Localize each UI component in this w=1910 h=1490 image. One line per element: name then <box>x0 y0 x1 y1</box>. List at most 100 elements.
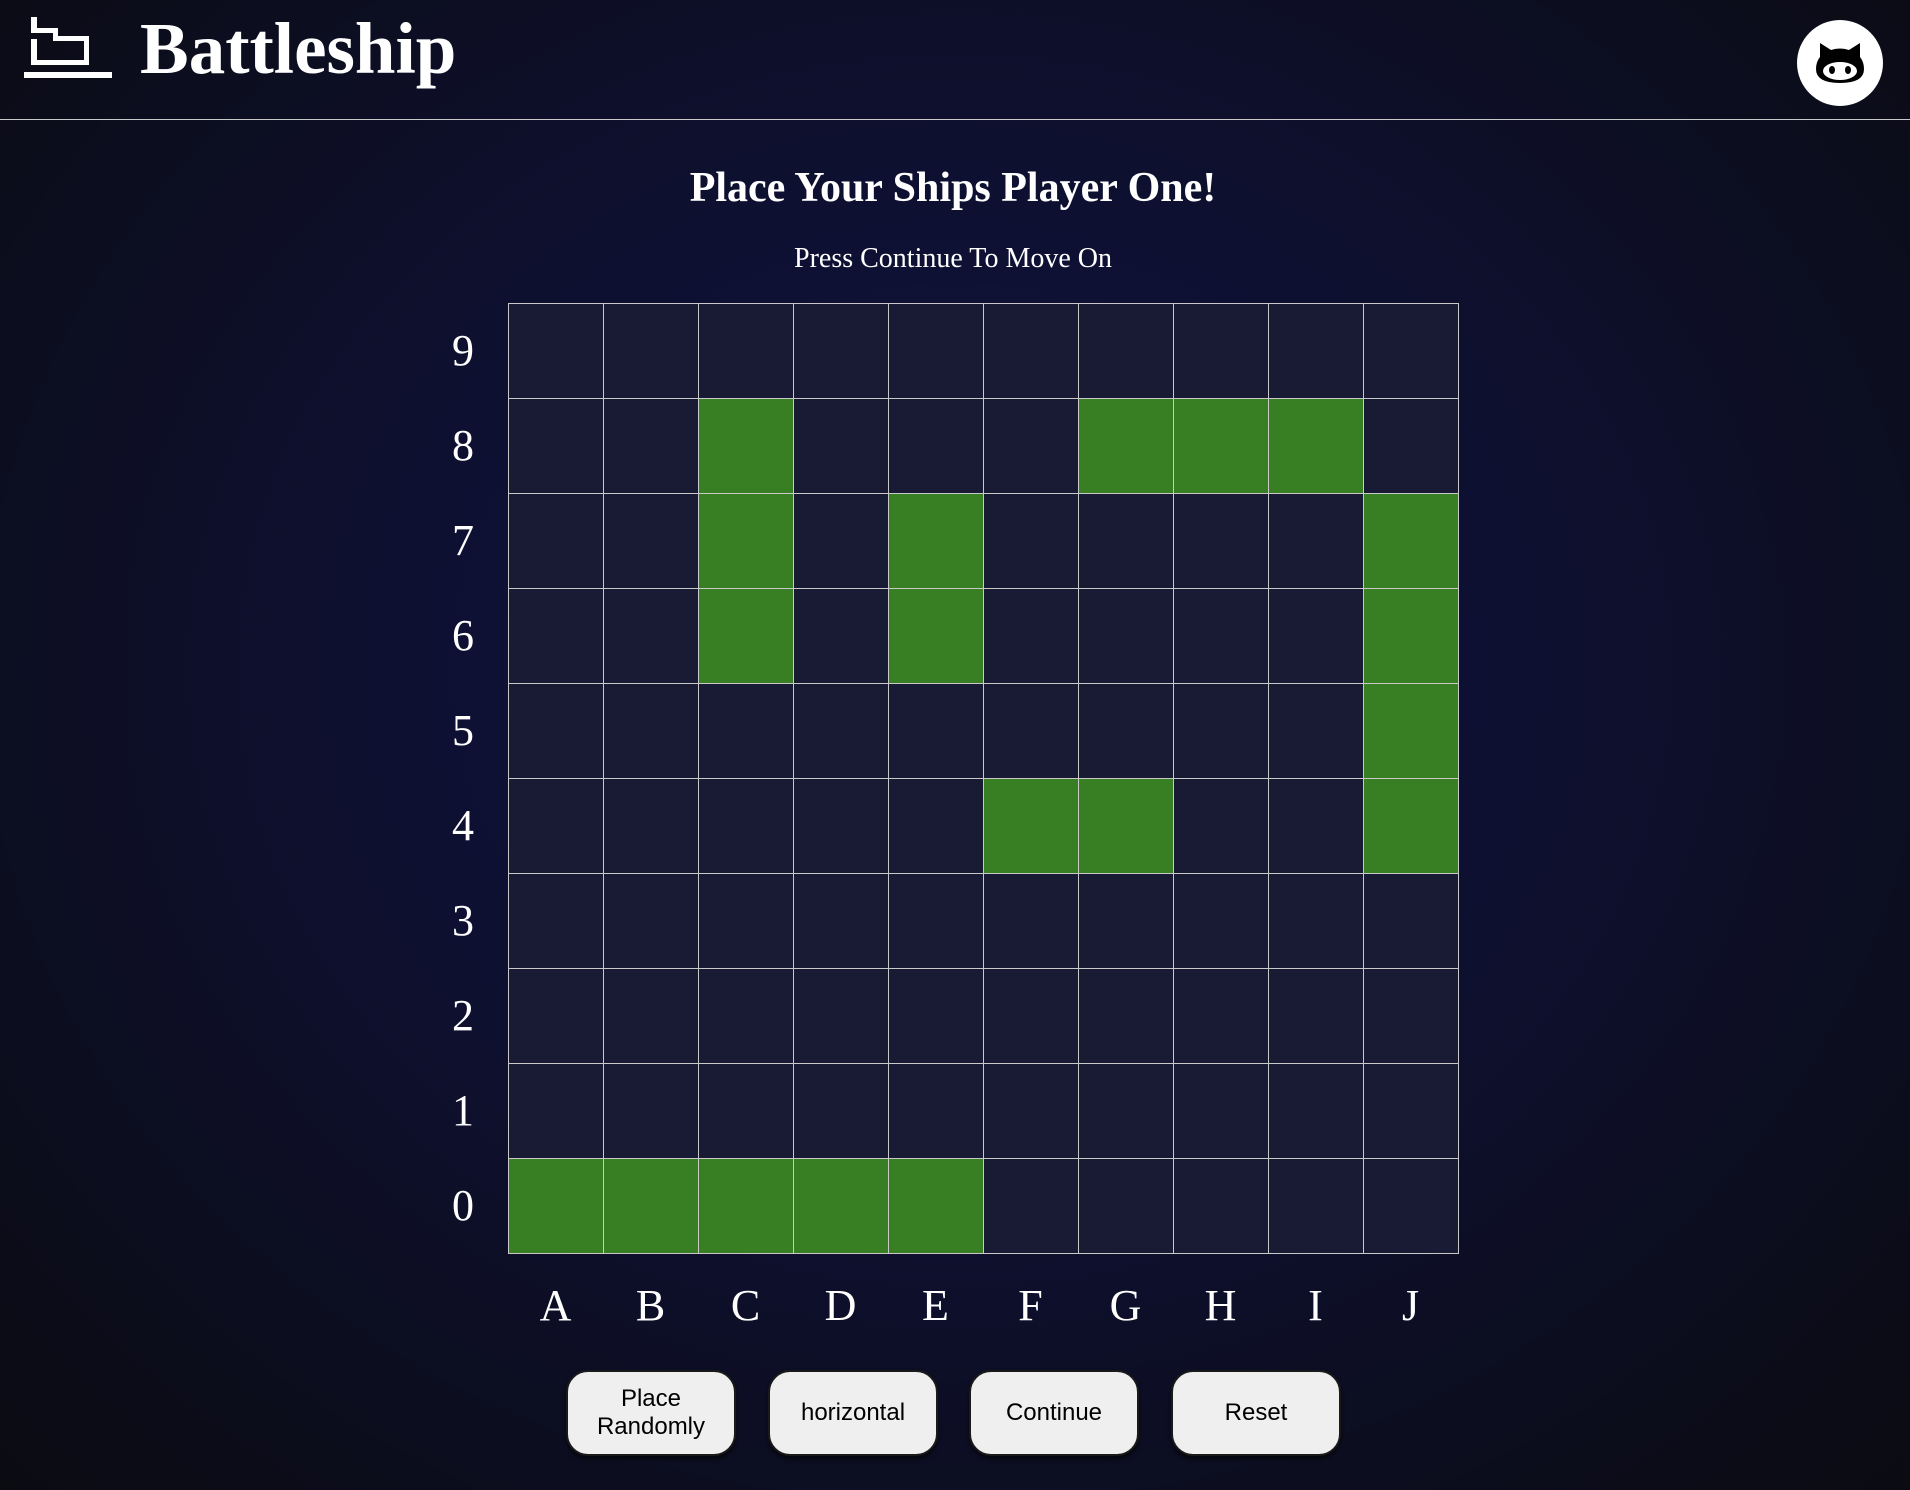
grid-cell-F1[interactable] <box>983 1063 1078 1158</box>
grid-cell-I3[interactable] <box>1268 873 1363 968</box>
grid-cell-D4[interactable] <box>793 778 888 873</box>
ship-cell-J5[interactable] <box>1363 683 1458 778</box>
grid-cell-G1[interactable] <box>1078 1063 1173 1158</box>
grid-cell-A6[interactable] <box>508 588 603 683</box>
ship-cell-C0[interactable] <box>698 1158 793 1253</box>
grid-cell-C2[interactable] <box>698 968 793 1063</box>
grid-cell-J2[interactable] <box>1363 968 1458 1063</box>
grid-cell-I9[interactable] <box>1268 303 1363 398</box>
grid-cell-F9[interactable] <box>983 303 1078 398</box>
grid-cell-G6[interactable] <box>1078 588 1173 683</box>
grid-cell-J8[interactable] <box>1363 398 1458 493</box>
grid-cell-A9[interactable] <box>508 303 603 398</box>
grid-cell-E8[interactable] <box>888 398 983 493</box>
grid-cell-B9[interactable] <box>603 303 698 398</box>
grid-cell-G3[interactable] <box>1078 873 1173 968</box>
grid-cell-F8[interactable] <box>983 398 1078 493</box>
grid-cell-I1[interactable] <box>1268 1063 1363 1158</box>
grid-cell-A2[interactable] <box>508 968 603 1063</box>
grid-cell-F7[interactable] <box>983 493 1078 588</box>
grid-cell-H6[interactable] <box>1173 588 1268 683</box>
grid-cell-J9[interactable] <box>1363 303 1458 398</box>
grid-cell-E3[interactable] <box>888 873 983 968</box>
orientation-toggle-button[interactable]: horizontal <box>768 1370 938 1456</box>
grid-cell-J0[interactable] <box>1363 1158 1458 1253</box>
ship-cell-C8[interactable] <box>698 398 793 493</box>
grid-cell-H7[interactable] <box>1173 493 1268 588</box>
grid-cell-C5[interactable] <box>698 683 793 778</box>
continue-button[interactable]: Continue <box>969 1370 1139 1456</box>
ship-cell-G8[interactable] <box>1078 398 1173 493</box>
grid-cell-A7[interactable] <box>508 493 603 588</box>
ship-cell-B0[interactable] <box>603 1158 698 1253</box>
grid-cell-H2[interactable] <box>1173 968 1268 1063</box>
grid-cell-I7[interactable] <box>1268 493 1363 588</box>
grid-cell-A5[interactable] <box>508 683 603 778</box>
grid-cell-I5[interactable] <box>1268 683 1363 778</box>
grid-cell-G2[interactable] <box>1078 968 1173 1063</box>
grid-cell-H3[interactable] <box>1173 873 1268 968</box>
grid-cell-H4[interactable] <box>1173 778 1268 873</box>
grid-cell-A1[interactable] <box>508 1063 603 1158</box>
grid-cell-B1[interactable] <box>603 1063 698 1158</box>
github-link-button[interactable] <box>1797 20 1883 106</box>
grid-cell-D9[interactable] <box>793 303 888 398</box>
ship-cell-J4[interactable] <box>1363 778 1458 873</box>
ship-cell-C7[interactable] <box>698 493 793 588</box>
grid-cell-E5[interactable] <box>888 683 983 778</box>
grid-cell-E1[interactable] <box>888 1063 983 1158</box>
ship-cell-G4[interactable] <box>1078 778 1173 873</box>
grid-cell-F0[interactable] <box>983 1158 1078 1253</box>
grid-cell-A4[interactable] <box>508 778 603 873</box>
grid-cell-F3[interactable] <box>983 873 1078 968</box>
grid-cell-E2[interactable] <box>888 968 983 1063</box>
grid-cell-B3[interactable] <box>603 873 698 968</box>
grid-cell-D6[interactable] <box>793 588 888 683</box>
grid-cell-D7[interactable] <box>793 493 888 588</box>
grid-cell-D3[interactable] <box>793 873 888 968</box>
grid-cell-A8[interactable] <box>508 398 603 493</box>
grid-cell-B2[interactable] <box>603 968 698 1063</box>
grid-cell-B8[interactable] <box>603 398 698 493</box>
grid-cell-I4[interactable] <box>1268 778 1363 873</box>
grid-cell-C1[interactable] <box>698 1063 793 1158</box>
ship-cell-I8[interactable] <box>1268 398 1363 493</box>
ship-cell-C6[interactable] <box>698 588 793 683</box>
grid-cell-H0[interactable] <box>1173 1158 1268 1253</box>
grid-cell-F6[interactable] <box>983 588 1078 683</box>
grid-cell-E4[interactable] <box>888 778 983 873</box>
reset-button[interactable]: Reset <box>1171 1370 1341 1456</box>
grid-cell-C3[interactable] <box>698 873 793 968</box>
ship-cell-J6[interactable] <box>1363 588 1458 683</box>
grid-cell-J1[interactable] <box>1363 1063 1458 1158</box>
grid-cell-B6[interactable] <box>603 588 698 683</box>
grid-cell-H9[interactable] <box>1173 303 1268 398</box>
grid-cell-B7[interactable] <box>603 493 698 588</box>
grid-cell-J3[interactable] <box>1363 873 1458 968</box>
grid-cell-B4[interactable] <box>603 778 698 873</box>
grid-cell-B5[interactable] <box>603 683 698 778</box>
grid-cell-D5[interactable] <box>793 683 888 778</box>
grid-cell-F5[interactable] <box>983 683 1078 778</box>
grid-cell-C9[interactable] <box>698 303 793 398</box>
grid-cell-H5[interactable] <box>1173 683 1268 778</box>
grid-cell-G5[interactable] <box>1078 683 1173 778</box>
grid-cell-I6[interactable] <box>1268 588 1363 683</box>
ship-cell-H8[interactable] <box>1173 398 1268 493</box>
grid-cell-C4[interactable] <box>698 778 793 873</box>
ship-cell-D0[interactable] <box>793 1158 888 1253</box>
ship-cell-F4[interactable] <box>983 778 1078 873</box>
grid-cell-A3[interactable] <box>508 873 603 968</box>
grid-cell-F2[interactable] <box>983 968 1078 1063</box>
ship-cell-E6[interactable] <box>888 588 983 683</box>
grid-cell-I2[interactable] <box>1268 968 1363 1063</box>
grid-cell-D2[interactable] <box>793 968 888 1063</box>
grid-cell-G7[interactable] <box>1078 493 1173 588</box>
grid-cell-I0[interactable] <box>1268 1158 1363 1253</box>
grid-cell-H1[interactable] <box>1173 1063 1268 1158</box>
grid-cell-D1[interactable] <box>793 1063 888 1158</box>
ship-cell-A0[interactable] <box>508 1158 603 1253</box>
grid-cell-G0[interactable] <box>1078 1158 1173 1253</box>
ship-cell-E0[interactable] <box>888 1158 983 1253</box>
ship-cell-E7[interactable] <box>888 493 983 588</box>
